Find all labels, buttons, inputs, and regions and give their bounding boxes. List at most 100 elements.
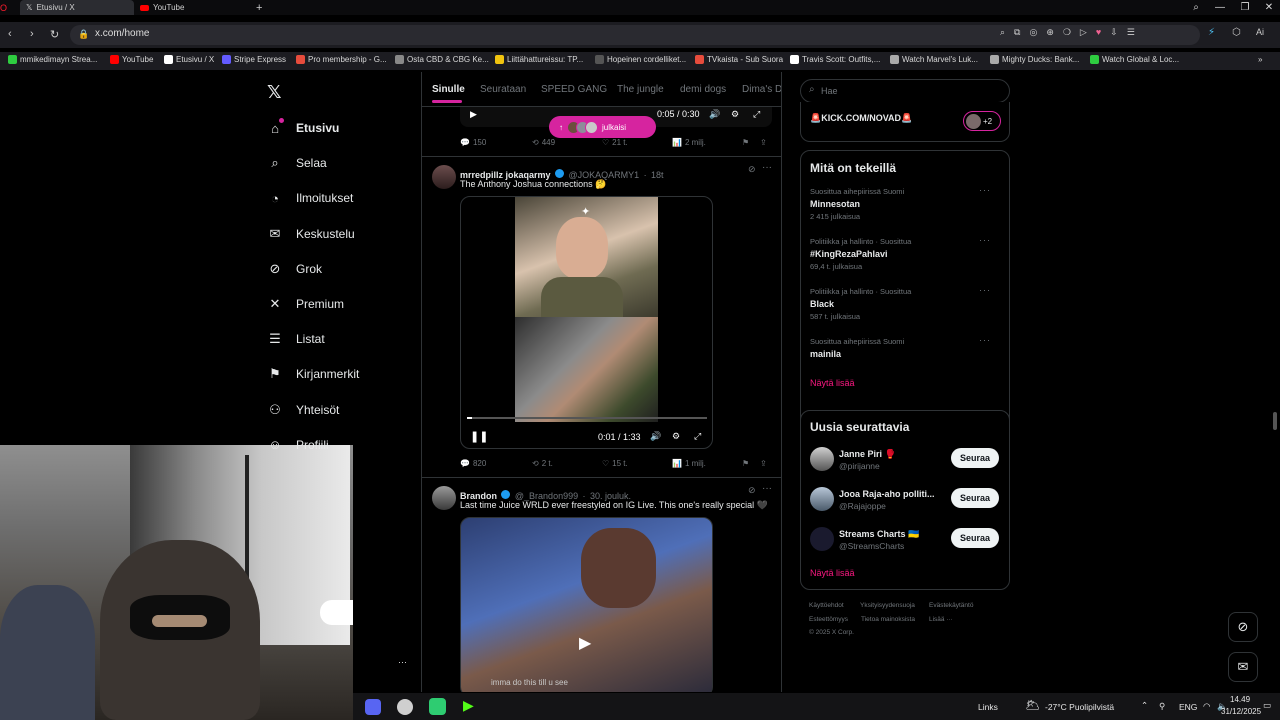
bookmark-item[interactable]: Stripe Express xyxy=(222,55,286,64)
scrollbar-thumb[interactable] xyxy=(1273,412,1277,430)
tab-demi-dogs[interactable]: demi dogs xyxy=(680,84,726,95)
follow-name[interactable]: Streams Charts 🇺🇦 xyxy=(839,529,919,540)
play-icon[interactable]: ▶ xyxy=(579,633,591,653)
settings-icon[interactable]: ⚙ xyxy=(672,431,680,442)
bookmark-item[interactable]: Liittähattureissu: TP... xyxy=(495,55,583,64)
network-icon[interactable]: ⚲ xyxy=(1159,701,1165,712)
follow-button[interactable]: Seuraa xyxy=(951,488,999,508)
trend-item[interactable]: Suosittua aihepiirissä Suomi Minnesotan 2 … xyxy=(810,187,1000,221)
back-arrow-icon[interactable]: ‹ xyxy=(8,28,12,40)
tab-dimas[interactable]: Dima's Di xyxy=(742,84,781,95)
bookmark-item[interactable]: mmikedimayn Strea... xyxy=(8,55,97,64)
pause-icon[interactable]: ❚❚ xyxy=(470,430,488,443)
more-options-icon[interactable]: ··· xyxy=(762,162,772,173)
repost-button[interactable]: ⟲ 449 xyxy=(532,138,555,147)
bookmark-item[interactable]: Pro membership - G... xyxy=(296,55,387,64)
trend-item[interactable]: Politiikka ja hallinto · Suosittua #KingR… xyxy=(810,237,1000,271)
footer-link[interactable]: Tietoa mainoksista xyxy=(861,616,915,623)
show-more-follow-link[interactable]: Näytä lisää xyxy=(810,568,855,578)
opera-logo-icon[interactable]: O xyxy=(0,0,8,15)
settings-icon[interactable]: ⚙ xyxy=(731,109,739,120)
nav-item-yhteisöt[interactable]: ⚇ Yhteisöt xyxy=(267,402,339,418)
bookmark-item[interactable]: YouTube xyxy=(110,55,153,64)
x-logo-icon[interactable]: 𝕏 xyxy=(267,82,282,103)
tweet-video[interactable]: ✦ xyxy=(460,196,713,449)
minimize-button[interactable]: — xyxy=(1207,0,1233,15)
live-box[interactable]: 🚨KICK.COM/NOVAD🚨 +2 xyxy=(800,102,1010,142)
cube-icon[interactable]: ⬡ xyxy=(1232,27,1241,38)
grok-floating-button[interactable]: ⊘ xyxy=(1228,612,1258,642)
nav-item-kirjanmerkit[interactable]: ⚑ Kirjanmerkit xyxy=(267,366,359,382)
new-posts-pill[interactable]: ↑ julkaisi xyxy=(549,116,656,138)
bookmark-icon[interactable]: ⚑ xyxy=(742,459,749,468)
fullscreen-icon[interactable]: ⤢ xyxy=(694,431,701,442)
follow-name[interactable]: Janne Piri 🥊 xyxy=(839,449,896,460)
bookmark-item[interactable]: Hopeinen cordelliket... xyxy=(595,55,686,64)
nav-item-grok[interactable]: ⊘ Grok xyxy=(267,261,322,277)
play-icon[interactable]: ▶ xyxy=(470,109,477,120)
repost-button[interactable]: ⟲ 2 t. xyxy=(532,459,553,468)
live-avatars[interactable]: +2 xyxy=(963,111,1001,131)
fullscreen-icon[interactable]: ⤢ xyxy=(753,109,760,120)
weather-text[interactable]: -27°C Puolipilvistä xyxy=(1045,702,1114,712)
follow-handle[interactable]: @pirijanne xyxy=(839,461,880,471)
search-input[interactable]: ⌕ Hae xyxy=(800,79,1010,103)
clock-date[interactable]: 31/12/2025 xyxy=(1221,707,1261,716)
footer-link[interactable]: © 2025 X Corp. xyxy=(809,629,854,636)
avatar[interactable] xyxy=(432,165,456,189)
follow-handle[interactable]: @StreamsCharts xyxy=(839,541,904,551)
url-text[interactable]: x.com/home xyxy=(95,28,149,39)
grok-icon[interactable]: ⊘ xyxy=(748,164,756,175)
browser-tab-youtube[interactable]: YouTube xyxy=(134,0,244,15)
show-more-trends-link[interactable]: Näytä lisää xyxy=(810,378,855,388)
nav-item-selaa[interactable]: ⌕ Selaa xyxy=(267,155,326,171)
like-button[interactable]: ♡ 15 t. xyxy=(602,459,628,468)
post-time[interactable]: 18t xyxy=(651,170,664,180)
bookmark-item[interactable]: Watch Marvel's Luk... xyxy=(890,55,978,64)
maximize-button[interactable]: ❐ xyxy=(1232,0,1258,15)
browser-toolbar-icons[interactable]: ⌕⧉◎⊕❍▷♥⇩☰ xyxy=(1000,27,1200,41)
close-window-button[interactable]: ✕ xyxy=(1256,0,1280,15)
nav-item-ilmoitukset[interactable]: ◔ Ilmoitukset xyxy=(267,190,353,206)
tweet-video[interactable]: ▶ imma do this till u see xyxy=(460,517,713,692)
more-options-icon[interactable]: ··· xyxy=(762,483,772,494)
more-options-icon[interactable]: ··· xyxy=(398,657,407,667)
bookmark-item[interactable]: Etusivu / X xyxy=(164,55,214,64)
nav-item-keskustelu[interactable]: ✉ Keskustelu xyxy=(267,226,355,242)
bookmark-item[interactable]: Travis Scott: Outfits,... xyxy=(790,55,880,64)
more-options-icon[interactable]: ··· xyxy=(979,335,991,345)
trend-item[interactable]: Politiikka ja hallinto · Suosittua Black 5… xyxy=(810,287,1000,321)
bookmarks-overflow-icon[interactable]: » xyxy=(1258,55,1262,64)
like-button[interactable]: ♡ 21 t. xyxy=(602,138,628,147)
search-tabs-icon[interactable]: ⌕ xyxy=(1183,0,1209,15)
extension-icon[interactable]: ⚡ xyxy=(1208,27,1215,38)
bookmark-icon[interactable]: ⚑ xyxy=(742,138,749,147)
footer-link[interactable]: Yksityisyydensuoja xyxy=(860,602,915,609)
reply-button[interactable]: 💬 820 xyxy=(460,459,486,468)
tab-sinulle[interactable]: Sinulle xyxy=(432,84,465,95)
nav-item-etusivu[interactable]: ⌂ Etusivu xyxy=(267,120,339,136)
footer-link[interactable]: Käyttöehdot xyxy=(809,602,844,609)
tab-the-jungle[interactable]: The jungle xyxy=(617,84,664,95)
share-icon[interactable]: ⇪ xyxy=(760,138,767,147)
tab-speed-gang[interactable]: SPEED GANG xyxy=(541,84,607,95)
more-options-icon[interactable]: ··· xyxy=(979,235,991,245)
clock-time[interactable]: 14.49 xyxy=(1230,695,1250,704)
messages-floating-button[interactable]: ✉ xyxy=(1228,652,1258,682)
views-button[interactable]: 📊 2 milj. xyxy=(672,138,706,147)
footer-link[interactable]: Esteettömyys xyxy=(809,616,848,623)
nav-item-premium[interactable]: ✕ Premium xyxy=(267,296,344,312)
tab-seurataan[interactable]: Seurataan xyxy=(480,84,526,95)
more-options-icon[interactable]: ··· xyxy=(979,285,991,295)
share-icon[interactable]: ⇪ xyxy=(760,459,767,468)
bookmark-item[interactable]: Osta CBD & CBG Ke... xyxy=(395,55,489,64)
footer-link[interactable]: Lisää ··· xyxy=(929,616,953,623)
views-button[interactable]: 📊 1 milj. xyxy=(672,459,706,468)
follow-button[interactable]: Seuraa xyxy=(951,448,999,468)
volume-icon[interactable]: 🔊 xyxy=(709,109,720,120)
reload-icon[interactable]: ↻ xyxy=(50,28,59,41)
app-icon[interactable] xyxy=(429,698,446,715)
reply-button[interactable]: 💬 150 xyxy=(460,138,486,147)
nav-item-listat[interactable]: ☰ Listat xyxy=(267,331,325,347)
grok-icon[interactable]: ⊘ xyxy=(748,485,756,496)
